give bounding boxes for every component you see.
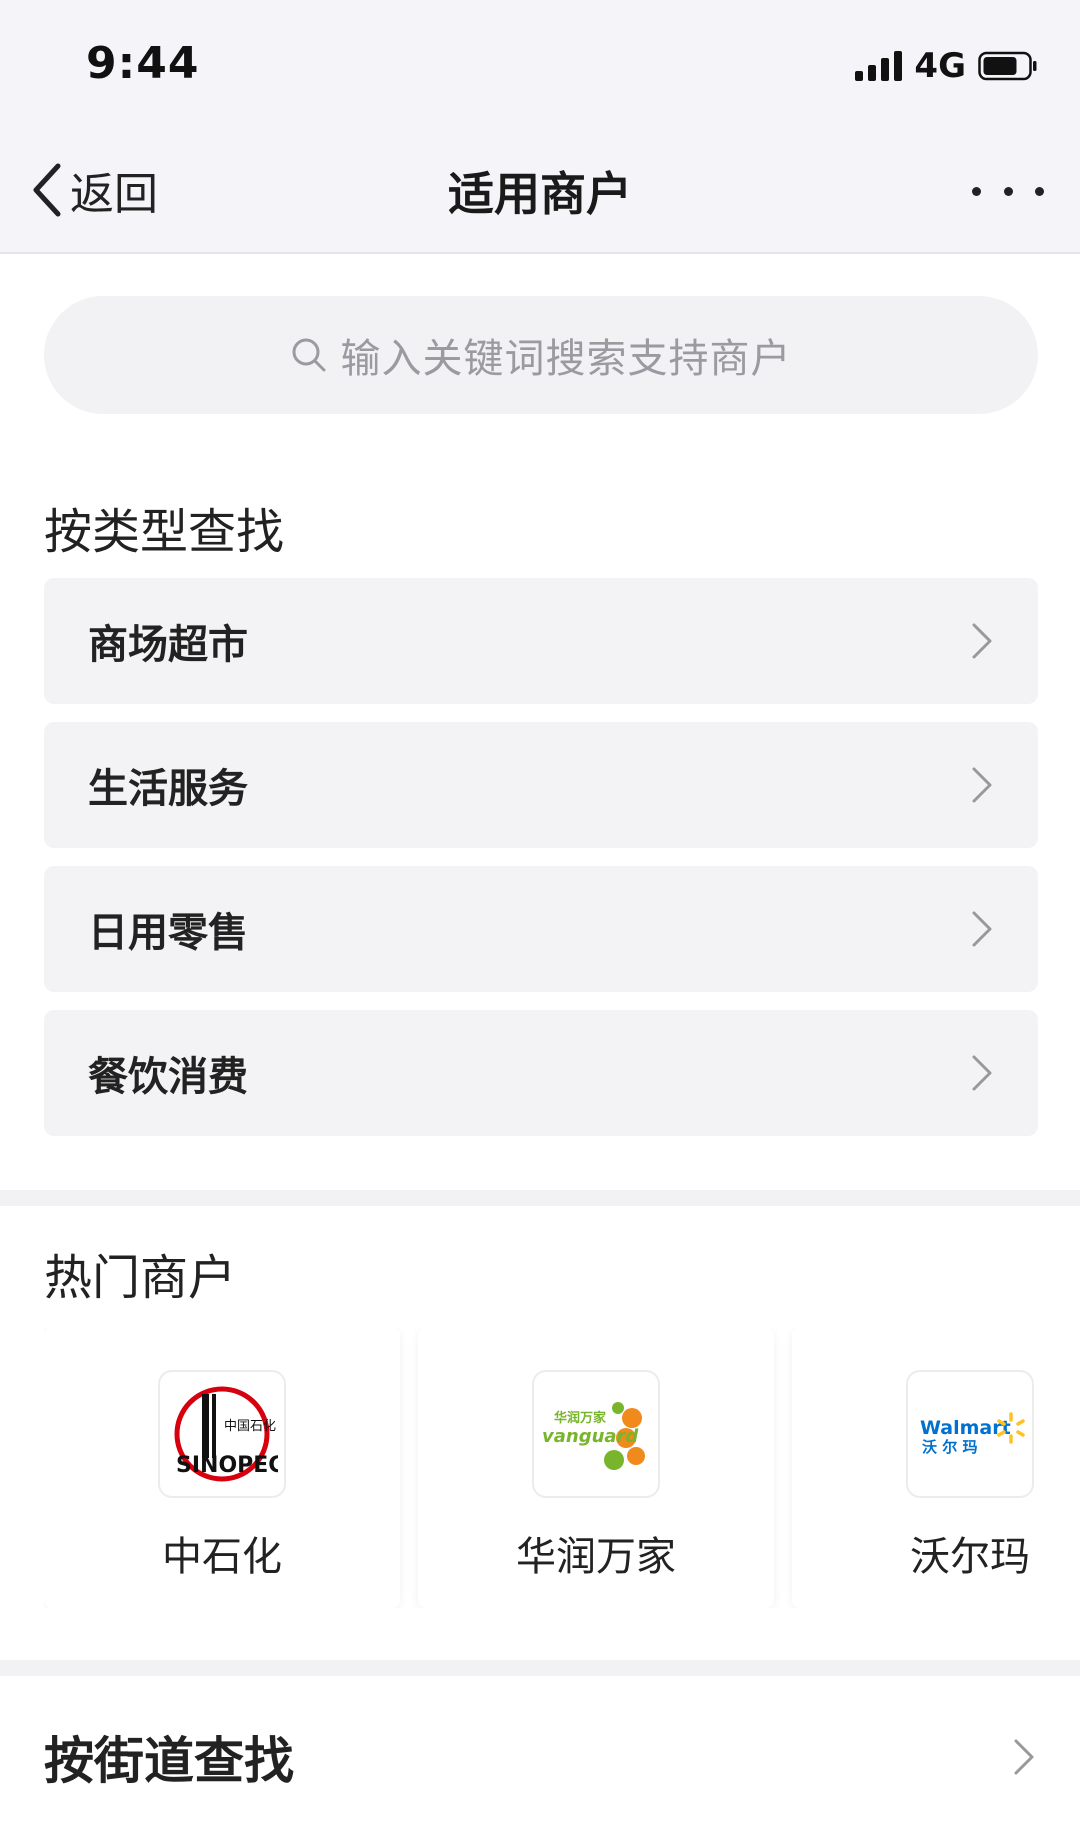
walmart-logo: Walmart 沃 尔 玛 bbox=[906, 1370, 1034, 1498]
signal-icon bbox=[855, 51, 903, 81]
merchant-card-sinopec[interactable]: 中国石化 SINOPEC 中石化 bbox=[44, 1328, 400, 1608]
category-item-services[interactable]: 生活服务 bbox=[44, 722, 1038, 848]
street-search-label: 按街道查找 bbox=[44, 1732, 294, 1790]
category-heading: 按类型查找 bbox=[44, 504, 285, 560]
sinopec-logo: 中国石化 SINOPEC bbox=[158, 1370, 286, 1498]
vanguard-logo-text: vanguard bbox=[542, 1426, 639, 1447]
vanguard-cn-text: 华润万家 bbox=[554, 1410, 607, 1426]
category-item-retail[interactable]: 日用零售 bbox=[44, 866, 1038, 992]
back-button[interactable]: 返回 bbox=[30, 158, 158, 222]
chevron-right-icon bbox=[1014, 1739, 1034, 1775]
hot-merchants-heading: 热门商户 bbox=[44, 1250, 237, 1306]
chevron-right-icon bbox=[972, 767, 992, 803]
network-label: 4G bbox=[914, 46, 966, 86]
status-indicators: 4G bbox=[855, 44, 1038, 88]
back-label: 返回 bbox=[70, 169, 158, 220]
section-divider bbox=[0, 1660, 1080, 1676]
more-icon[interactable] bbox=[972, 176, 1044, 206]
category-item-dining[interactable]: 餐饮消费 bbox=[44, 1010, 1038, 1136]
category-list: 商场超市 生活服务 日用零售 餐饮消费 bbox=[44, 578, 1038, 1154]
category-label: 商场超市 bbox=[88, 622, 248, 668]
street-search-row[interactable]: 按街道查找 bbox=[0, 1680, 1080, 1834]
search-input[interactable]: 输入关键词搜索支持商户 bbox=[44, 296, 1038, 414]
category-label: 餐饮消费 bbox=[88, 1054, 248, 1100]
chevron-right-icon bbox=[972, 1055, 992, 1091]
page-title: 适用商户 bbox=[448, 167, 632, 221]
search-icon bbox=[292, 338, 325, 372]
sinopec-logo-text: SINOPEC bbox=[176, 1453, 278, 1478]
merchant-card-vanguard[interactable]: 华润万家 vanguard 华润万家 bbox=[418, 1328, 774, 1608]
chevron-left-icon bbox=[33, 163, 61, 217]
merchant-name: 沃尔玛 bbox=[910, 1534, 1030, 1580]
status-time: 9:44 bbox=[86, 38, 200, 89]
category-label: 生活服务 bbox=[88, 766, 248, 812]
search-placeholder: 输入关键词搜索支持商户 bbox=[340, 336, 792, 382]
walmart-logo-text: Walmart bbox=[920, 1417, 1011, 1439]
merchant-name: 中石化 bbox=[162, 1534, 282, 1580]
sinopec-cn-text: 中国石化 bbox=[224, 1419, 276, 1434]
walmart-cn-text: 沃 尔 玛 bbox=[922, 1438, 977, 1456]
chevron-right-icon bbox=[972, 623, 992, 659]
category-label: 日用零售 bbox=[88, 910, 248, 956]
category-item-malls[interactable]: 商场超市 bbox=[44, 578, 1038, 704]
merchant-name: 华润万家 bbox=[516, 1534, 676, 1580]
chevron-right-icon bbox=[972, 911, 992, 947]
nav-bar: 返回 适用商户 bbox=[0, 128, 1080, 254]
battery-icon bbox=[978, 51, 1037, 81]
status-bar: 9:44 4G bbox=[0, 0, 1080, 128]
merchant-carousel[interactable]: 中国石化 SINOPEC 中石化 华润万家 vanguard 华润万家 Walm… bbox=[44, 1328, 1080, 1608]
section-divider bbox=[0, 1190, 1080, 1206]
merchant-card-walmart[interactable]: Walmart 沃 尔 玛 沃尔玛 bbox=[792, 1328, 1080, 1608]
vanguard-logo: 华润万家 vanguard bbox=[532, 1370, 660, 1498]
